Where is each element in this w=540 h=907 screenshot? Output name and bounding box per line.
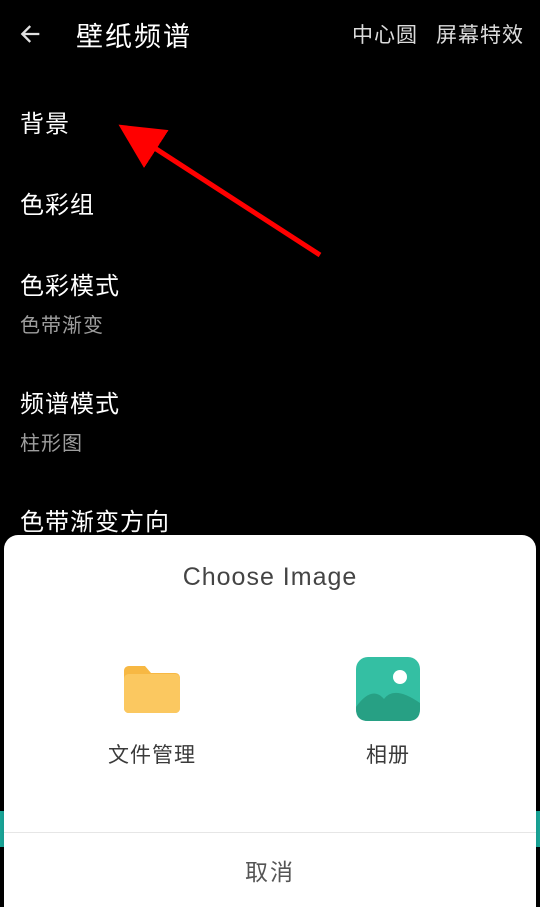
header: 壁纸频谱 中心圆 屏幕特效 (0, 0, 540, 68)
row-title: 色彩模式 (20, 266, 520, 301)
row-spectrum-mode[interactable]: 频谱模式 柱形图 (20, 362, 520, 480)
tab-center-circle[interactable]: 中心圆 (352, 19, 418, 49)
cancel-button[interactable]: 取消 (4, 833, 536, 907)
folder-icon (118, 655, 186, 723)
row-color-mode[interactable]: 色彩模式 色带渐变 (20, 244, 520, 362)
settings-list: 背景 色彩组 色彩模式 色带渐变 频谱模式 柱形图 色带渐变方向 (0, 68, 540, 561)
arrow-left-icon (16, 20, 44, 48)
row-background[interactable]: 背景 (20, 82, 520, 163)
option-gallery[interactable]: 相册 (323, 655, 453, 769)
row-title: 色彩组 (20, 185, 520, 220)
sheet-options: 文件管理 相册 (4, 602, 536, 832)
option-label: 文件管理 (108, 739, 196, 769)
back-button[interactable] (16, 12, 60, 56)
row-title: 背景 (20, 104, 520, 139)
row-value: 色带渐变 (20, 309, 520, 338)
image-icon (354, 655, 422, 723)
option-label: 相册 (366, 739, 410, 769)
choose-image-sheet: Choose Image 文件管理 相册 取消 (4, 535, 536, 907)
row-title: 频谱模式 (20, 384, 520, 419)
option-file-manager[interactable]: 文件管理 (87, 655, 217, 769)
tab-screen-fx[interactable]: 屏幕特效 (436, 19, 524, 49)
sheet-title: Choose Image (4, 535, 536, 602)
row-title: 色带渐变方向 (20, 502, 520, 537)
row-color-group[interactable]: 色彩组 (20, 163, 520, 244)
page-title: 壁纸频谱 (76, 15, 192, 54)
row-value: 柱形图 (20, 427, 520, 456)
